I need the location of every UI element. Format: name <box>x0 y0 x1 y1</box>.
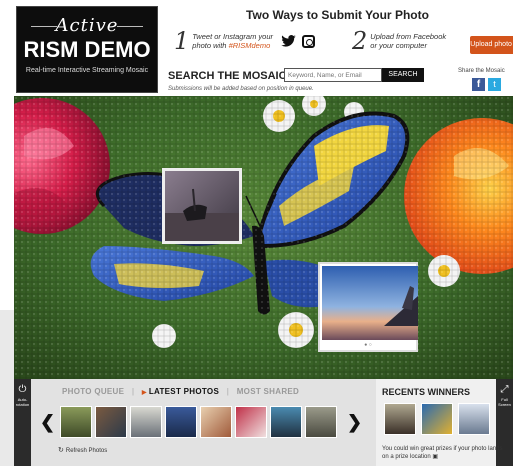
auto-rotation-control[interactable]: ⏻ Auto-rotation <box>14 379 31 466</box>
logo[interactable]: Active RISM DEMO Real-time Interactive S… <box>16 6 158 93</box>
photo-thumbnail[interactable] <box>95 406 127 438</box>
featured-photo[interactable] <box>162 168 242 244</box>
photo-thumbnail[interactable] <box>270 406 302 438</box>
full-screen-label: Full Screen <box>498 397 511 407</box>
mosaic-image <box>14 96 513 379</box>
step-number: 2 <box>352 27 368 55</box>
left-background-strip <box>0 310 14 466</box>
submit-title: Two Ways to Submit Your Photo <box>246 8 429 22</box>
app-frame: Active RISM DEMO Real-time Interactive S… <box>14 4 513 466</box>
photo-thumbnail[interactable] <box>60 406 92 438</box>
photo-tabs: PHOTO QUEUE | LATEST PHOTOS | MOST SHARE… <box>62 387 299 396</box>
winners-strip <box>384 403 495 435</box>
refresh-icon: ↻ <box>58 447 64 454</box>
search-title: SEARCH THE MOSAIC <box>168 70 287 82</box>
step-text-line: or your computer <box>370 41 427 50</box>
logo-active-text: Active <box>17 15 157 36</box>
queue-note: Submissions will be added based on posit… <box>168 86 314 92</box>
photo-thumbnail[interactable] <box>200 406 232 438</box>
photo-panel: ⏻ Auto-rotation ⤢ Full Screen PHOTO QUEU… <box>14 379 513 466</box>
highlighted-photo-image <box>322 266 418 340</box>
twitter-icon[interactable] <box>281 34 296 48</box>
hashtag: #RISMdemo <box>228 41 271 50</box>
step-upload: 2 Upload from Facebook or your computer <box>352 27 446 55</box>
winner-thumbnail[interactable] <box>458 403 490 435</box>
expand-icon: ⤢ <box>500 384 509 395</box>
share-label: Share the Mosaic <box>458 68 505 74</box>
photo-pager[interactable]: ● ○ <box>320 342 416 348</box>
mosaic-canvas[interactable]: ● ○ <box>14 96 513 379</box>
highlighted-photo[interactable]: ● ○ <box>318 262 418 352</box>
tab-latest-photos[interactable]: LATEST PHOTOS <box>142 387 219 396</box>
step-text: Tweet or Instagram your photo with #RISM… <box>192 32 273 50</box>
submit-header: Two Ways to Submit Your Photo 1 Tweet or… <box>162 6 513 93</box>
tab-separator: | <box>226 387 230 396</box>
logo-subtitle: Real-time Interactive Streaming Mosaic <box>25 67 149 74</box>
twitter-share-button[interactable]: t <box>488 78 501 91</box>
winner-thumbnail[interactable] <box>421 403 453 435</box>
tab-most-shared[interactable]: MOST SHARED <box>237 387 299 396</box>
power-icon: ⏻ <box>18 384 27 395</box>
photo-thumbnail[interactable] <box>235 406 267 438</box>
prize-note: You could win great prizes if your photo… <box>382 446 503 460</box>
step-tweet: 1 Tweet or Instagram your photo with #RI… <box>174 27 316 55</box>
refresh-label: Refresh Photos <box>65 448 108 454</box>
search-input[interactable] <box>284 68 382 82</box>
step-text-line: photo with <box>192 41 229 50</box>
photo-thumbnail[interactable] <box>165 406 197 438</box>
prev-arrow-icon[interactable]: ❮ <box>40 412 55 433</box>
auto-rotation-label: Auto-rotation <box>15 397 30 407</box>
logo-title: RISM DEMO <box>23 37 151 62</box>
instagram-icon[interactable] <box>302 34 316 48</box>
tab-separator: | <box>131 387 135 396</box>
photo-thumbnail[interactable] <box>130 406 162 438</box>
facebook-share-button[interactable]: f <box>472 78 485 91</box>
recent-winners-title: RECENTS WINNERS <box>382 387 471 397</box>
step-number: 1 <box>174 27 190 55</box>
photo-thumbnail[interactable] <box>305 406 337 438</box>
winner-thumbnail[interactable] <box>384 403 416 435</box>
refresh-photos-link[interactable]: ↻ Refresh Photos <box>58 446 107 454</box>
next-arrow-icon[interactable]: ❯ <box>347 412 362 433</box>
tab-photo-queue[interactable]: PHOTO QUEUE <box>62 387 124 396</box>
step-text-line: Upload from Facebook <box>370 32 447 41</box>
step-text-line: Tweet or Instagram your <box>192 32 274 41</box>
latest-photos-strip <box>60 406 340 438</box>
featured-photo-image <box>165 171 239 241</box>
search-button[interactable]: SEARCH <box>382 68 424 82</box>
upload-photo-button[interactable]: Upload photo ❯ <box>470 36 513 54</box>
step-text: Upload from Facebook or your computer <box>370 32 446 50</box>
